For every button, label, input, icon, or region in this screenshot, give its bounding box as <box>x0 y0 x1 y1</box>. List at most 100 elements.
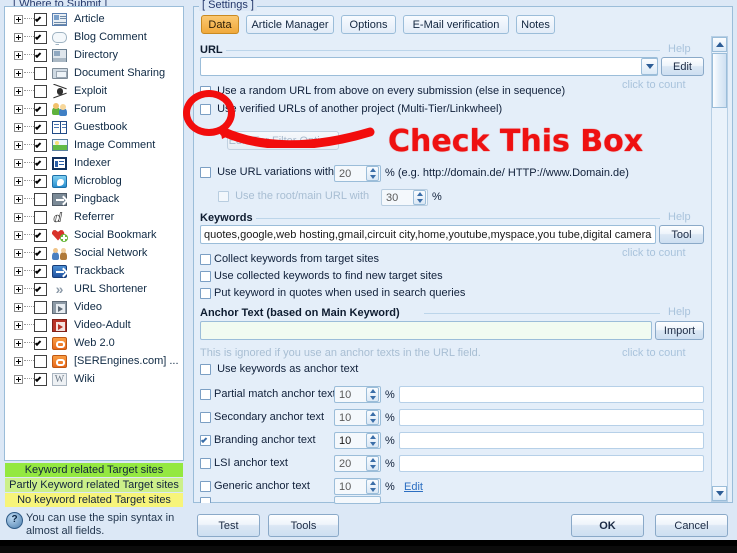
tree-item-checkbox[interactable] <box>34 66 47 80</box>
expand-plus-icon[interactable] <box>14 50 23 60</box>
keywords-checkbox-row-1[interactable]: Collect keywords from target sites <box>200 253 379 265</box>
tree-item-checkbox[interactable] <box>34 120 47 134</box>
root-main-url-stepper[interactable]: 30 <box>381 189 428 206</box>
anchor-percent-stepper-branding-anchor-text[interactable]: 10 <box>334 432 381 449</box>
tree-item-checkbox[interactable] <box>34 174 47 188</box>
expand-plus-icon[interactable] <box>14 212 23 222</box>
anchor-percent-stepper-partial-match-anchor-text[interactable]: 10 <box>334 386 381 403</box>
tree-item-checkbox[interactable] <box>34 192 47 206</box>
tree-item-trackback[interactable]: Trackback <box>5 262 183 280</box>
settings-scrollbar[interactable] <box>711 36 728 502</box>
anchor-click-to-count[interactable]: click to count <box>622 347 686 359</box>
tree-item-checkbox[interactable] <box>34 300 47 314</box>
tree-item-microblog[interactable]: Microblog <box>5 172 183 190</box>
tab-e-mail-verification[interactable]: E-Mail verification <box>403 15 509 34</box>
expand-plus-icon[interactable] <box>14 14 23 24</box>
tree-item-checkbox[interactable] <box>34 12 47 26</box>
where-to-submit-list[interactable]: Article Blog Comment Directory Document Sha… <box>4 6 184 461</box>
expand-plus-icon[interactable] <box>14 374 23 384</box>
tree-item-checkbox[interactable] <box>34 228 47 242</box>
anchor-text-field-branding-anchor-text[interactable] <box>399 432 704 449</box>
url-variations-row[interactable]: Use URL variations with <box>200 166 334 178</box>
keywords-help-link[interactable]: Help <box>668 211 691 223</box>
ok-button[interactable]: OK <box>571 514 644 537</box>
tree-item-indexer[interactable]: Indexer <box>5 154 183 172</box>
expand-plus-icon[interactable] <box>14 320 23 330</box>
expand-plus-icon[interactable] <box>14 266 23 276</box>
anchor-edit-link-generic-anchor-text[interactable]: Edit <box>404 481 423 493</box>
root-main-url-checkbox[interactable] <box>218 190 229 202</box>
expand-plus-icon[interactable] <box>14 176 23 186</box>
tab-notes[interactable]: Notes <box>516 15 555 34</box>
anchor-text-field-partial-match-anchor-text[interactable] <box>399 386 704 403</box>
keywords-checkbox-2[interactable] <box>200 270 211 282</box>
anchor-text-field-secondary-anchor-text[interactable] <box>399 409 704 426</box>
scroll-thumb[interactable] <box>712 53 727 108</box>
anchor-text-field-lsi-anchor-text[interactable] <box>399 455 704 472</box>
anchor-row-generic-anchor-text[interactable]: Generic anchor text <box>200 480 310 492</box>
tree-item-referrer[interactable]: ⅆ Referrer <box>5 208 183 226</box>
tab-options[interactable]: Options <box>341 15 396 34</box>
tree-item-checkbox[interactable] <box>34 282 47 296</box>
anchor-percent-stepper-lsi-anchor-text[interactable]: 20 <box>334 455 381 472</box>
tree-item-wiki[interactable]: W Wiki <box>5 370 183 388</box>
expand-plus-icon[interactable] <box>14 68 23 78</box>
anchor-text-input[interactable] <box>200 321 652 340</box>
anchor-row-secondary-anchor-text[interactable]: Secondary anchor text <box>200 411 324 423</box>
anchor-checkbox-branding-anchor-text[interactable] <box>200 434 211 446</box>
scroll-up-arrow-icon[interactable] <box>712 37 727 52</box>
tree-item-checkbox[interactable] <box>34 264 47 278</box>
keywords-checkbox-row-3[interactable]: Put keyword in quotes when used in searc… <box>200 287 465 299</box>
expand-plus-icon[interactable] <box>14 104 23 114</box>
tools-button[interactable]: Tools <box>268 514 339 537</box>
anchor-help-link[interactable]: Help <box>668 306 691 318</box>
expand-plus-icon[interactable] <box>14 230 23 240</box>
tree-item-guestbook[interactable]: Guestbook <box>5 118 183 136</box>
anchor-checkbox-generic-anchor-text[interactable] <box>200 480 211 492</box>
tree-item-checkbox[interactable] <box>34 138 47 152</box>
anchor-import-button[interactable]: Import <box>655 321 704 340</box>
anchor-row-branding-anchor-text[interactable]: Branding anchor text <box>200 434 316 446</box>
anchor-row-partial-stepper[interactable] <box>334 496 381 504</box>
scroll-down-arrow-icon[interactable] <box>712 486 727 501</box>
anchor-row-partial-match-anchor-text[interactable]: Partial match anchor text <box>200 388 336 400</box>
url-variations-checkbox[interactable] <box>200 166 211 178</box>
expand-plus-icon[interactable] <box>14 140 23 150</box>
tree-item-pingback[interactable]: Pingback <box>5 190 183 208</box>
tab-data[interactable]: Data <box>201 15 239 34</box>
tree-item-checkbox[interactable] <box>34 156 47 170</box>
tree-item-checkbox[interactable] <box>34 246 47 260</box>
tree-item-checkbox[interactable] <box>34 84 47 98</box>
tree-item-url-shortener[interactable]: » URL Shortener <box>5 280 183 298</box>
expand-plus-icon[interactable] <box>14 158 23 168</box>
cancel-button[interactable]: Cancel <box>655 514 728 537</box>
url-help-link[interactable]: Help <box>668 43 691 55</box>
tree-item-image-comment[interactable]: Image Comment <box>5 136 183 154</box>
tree-item-checkbox[interactable] <box>34 354 47 368</box>
url-click-to-count[interactable]: click to count <box>622 79 686 91</box>
test-button[interactable]: Test <box>197 514 260 537</box>
expand-plus-icon[interactable] <box>14 194 23 204</box>
expand-plus-icon[interactable] <box>14 86 23 96</box>
use-keywords-anchor-checkbox[interactable] <box>200 363 211 375</box>
keywords-input[interactable]: quotes,google,web hosting,gmail,circuit … <box>200 225 656 244</box>
expand-plus-icon[interactable] <box>14 356 23 366</box>
keywords-click-to-count[interactable]: click to count <box>622 247 686 259</box>
tree-item-blog-comment[interactable]: Blog Comment <box>5 28 183 46</box>
tree-item-document-sharing[interactable]: Document Sharing <box>5 64 183 82</box>
anchor-percent-stepper-generic-anchor-text[interactable]: 10 <box>334 478 381 495</box>
anchor-row-lsi-anchor-text[interactable]: LSI anchor text <box>200 457 288 469</box>
url-variations-spin-arrows[interactable] <box>366 166 379 181</box>
tree-item-article[interactable]: Article <box>5 10 183 28</box>
tree-item-checkbox[interactable] <box>34 102 47 116</box>
tab-article-manager[interactable]: Article Manager <box>246 15 334 34</box>
tree-item-checkbox[interactable] <box>34 372 47 386</box>
tree-item-checkbox[interactable] <box>34 210 47 224</box>
anchor-checkbox-secondary-anchor-text[interactable] <box>200 411 211 423</box>
root-main-url-spin-arrows[interactable] <box>413 190 426 205</box>
anchor-checkbox-partial-match-anchor-text[interactable] <box>200 388 211 400</box>
tree-item-checkbox[interactable] <box>34 318 47 332</box>
url-dropdown-chevron-down-icon[interactable] <box>641 58 658 75</box>
use-keywords-anchor-row[interactable]: Use keywords as anchor text <box>200 363 358 375</box>
tree-item-serengines-com[interactable]: [SEREngines.com] ... <box>5 352 183 370</box>
